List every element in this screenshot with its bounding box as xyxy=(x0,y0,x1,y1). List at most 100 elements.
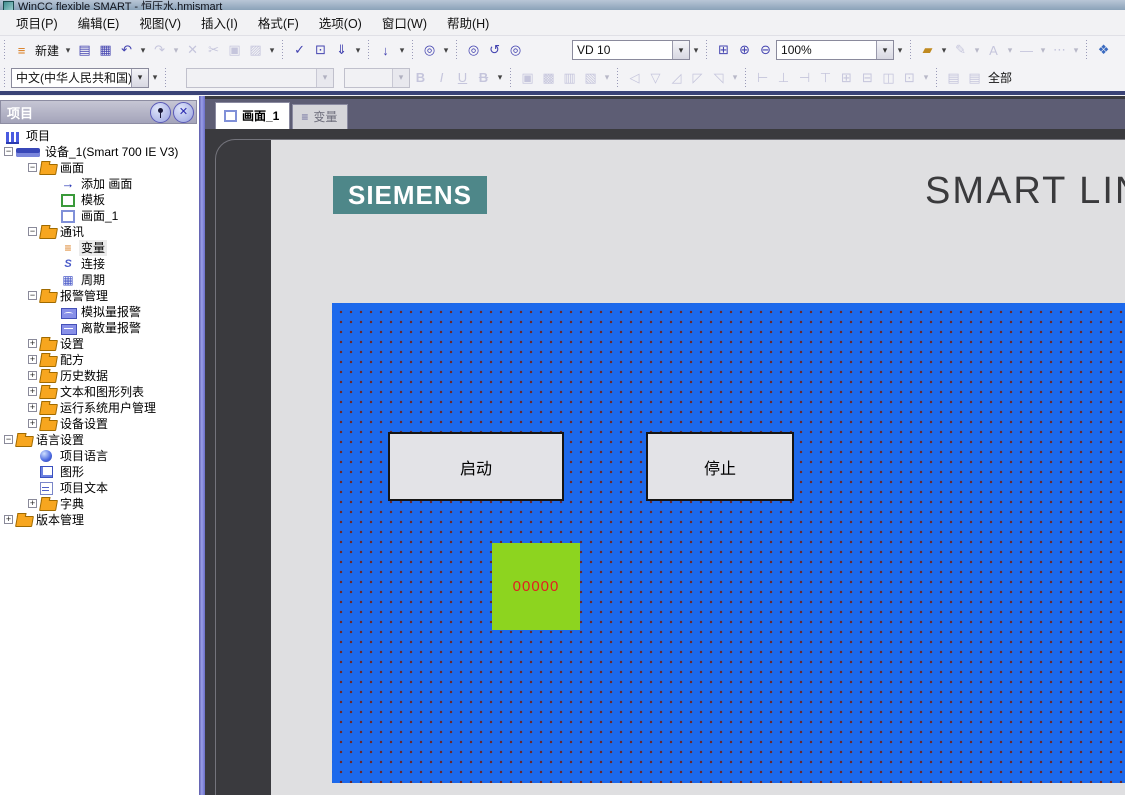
tag-combo-overflow-caret-icon[interactable]: ▾ xyxy=(690,40,702,60)
toolbar-grip[interactable] xyxy=(509,68,514,88)
toolbar-grip[interactable] xyxy=(455,40,460,60)
tree-item-24[interactable]: +版本管理 xyxy=(0,512,199,528)
menu-item-6[interactable]: 窗口(W) xyxy=(372,10,437,35)
tree-item-6[interactable]: −通讯 xyxy=(0,224,199,240)
clipboard-overflow-caret-icon[interactable]: ▾ xyxy=(266,40,278,60)
find-icon[interactable]: ◎ xyxy=(463,40,484,60)
tree-item-5[interactable]: 画面_1 xyxy=(0,208,199,224)
pin-button[interactable] xyxy=(150,102,171,123)
zoom-combo[interactable]: 100% ▾ xyxy=(776,40,894,60)
tree-expander-minus-icon[interactable]: − xyxy=(28,227,37,236)
tree-expander-plus-icon[interactable]: + xyxy=(28,387,37,396)
tree-expander-minus-icon[interactable]: − xyxy=(4,147,13,156)
sync-icon[interactable]: ↺ xyxy=(484,40,505,60)
tree-expander-plus-icon[interactable]: + xyxy=(28,355,37,364)
fill-color-icon[interactable]: ▰ xyxy=(917,40,938,60)
tree-item-23[interactable]: +字典 xyxy=(0,496,199,512)
tree-expander-minus-icon[interactable]: − xyxy=(4,435,13,444)
menu-item-1[interactable]: 编辑(E) xyxy=(68,10,130,35)
menu-item-4[interactable]: 格式(F) xyxy=(248,10,309,35)
font-overflow-caret-icon[interactable]: ▾ xyxy=(494,68,506,88)
toolbar-grip[interactable] xyxy=(164,68,169,88)
toolbar-grip[interactable] xyxy=(281,40,286,60)
library-icon[interactable]: ❖ xyxy=(1093,40,1114,60)
toolbar-grip[interactable] xyxy=(1085,40,1090,60)
tree-item-3[interactable]: →添加 画面 xyxy=(0,176,199,192)
toolbar-grip[interactable] xyxy=(3,68,8,88)
tree-expander-plus-icon[interactable]: + xyxy=(28,403,37,412)
zoom-in-icon[interactable]: ⊕ xyxy=(734,40,755,60)
language-overflow-caret-icon[interactable]: ▾ xyxy=(149,68,161,88)
tree-expander-plus-icon[interactable]: + xyxy=(4,515,13,524)
toolbar-grip[interactable] xyxy=(909,40,914,60)
tree-item-1[interactable]: −设备_1(Smart 700 IE V3) xyxy=(0,144,199,160)
tag-combo[interactable]: VD 10 ▾ xyxy=(572,40,690,60)
toolbar-grip[interactable] xyxy=(744,68,749,88)
tag-combo-caret-icon[interactable]: ▾ xyxy=(672,41,689,59)
menu-item-0[interactable]: 项目(P) xyxy=(6,10,68,35)
tree-expander-minus-icon[interactable]: − xyxy=(28,163,37,172)
tree-item-0[interactable]: 项目 xyxy=(0,128,199,144)
close-panel-button[interactable]: ✕ xyxy=(173,102,194,123)
menu-item-3[interactable]: 插入(I) xyxy=(191,10,248,35)
tree-item-9[interactable]: ▦周期 xyxy=(0,272,199,288)
toolbar-grip[interactable] xyxy=(411,40,416,60)
tree-item-16[interactable]: +文本和图形列表 xyxy=(0,384,199,400)
tab-tags[interactable]: ≡ 变量 xyxy=(292,104,348,129)
tree-item-15[interactable]: +历史数据 xyxy=(0,368,199,384)
tree-expander-plus-icon[interactable]: + xyxy=(28,339,37,348)
tree-item-18[interactable]: +设备设置 xyxy=(0,416,199,432)
undo-icon[interactable]: ↶ xyxy=(116,40,137,60)
io-field[interactable]: 00000 xyxy=(492,543,580,630)
tree-item-13[interactable]: +设置 xyxy=(0,336,199,352)
toolbar-grip[interactable] xyxy=(705,40,710,60)
menu-item-2[interactable]: 视图(V) xyxy=(129,10,191,35)
tree-item-4[interactable]: 模板 xyxy=(0,192,199,208)
toolbar-grip[interactable] xyxy=(367,40,372,60)
compile-icon[interactable]: ↓ xyxy=(375,40,396,60)
tree-item-10[interactable]: −报警管理 xyxy=(0,288,199,304)
find-replace-caret-icon[interactable]: ▾ xyxy=(440,40,452,60)
zoom-combo-caret-icon[interactable]: ▾ xyxy=(876,41,893,59)
new-dropdown-caret-icon[interactable]: ▾ xyxy=(62,40,74,60)
toolbar-grip[interactable] xyxy=(3,40,8,60)
stop-button[interactable]: 停止 xyxy=(646,432,794,501)
tree-item-21[interactable]: 图形 xyxy=(0,464,199,480)
tree-expander-plus-icon[interactable]: + xyxy=(28,371,37,380)
tree-item-19[interactable]: −语言设置 xyxy=(0,432,199,448)
tree-item-20[interactable]: 项目语言 xyxy=(0,448,199,464)
tree-expander-plus-icon[interactable]: + xyxy=(28,499,37,508)
tree-item-7[interactable]: ≡变量 xyxy=(0,240,199,256)
language-combo-caret-icon[interactable]: ▾ xyxy=(131,69,148,87)
fill-color-caret-icon[interactable]: ▾ xyxy=(938,40,950,60)
generate-icon[interactable]: ⊡ xyxy=(310,40,331,60)
tree-item-11[interactable]: 模拟量报警 xyxy=(0,304,199,320)
find-next-icon[interactable]: ◎ xyxy=(505,40,526,60)
tree-expander-minus-icon[interactable]: − xyxy=(28,291,37,300)
tree-item-17[interactable]: +运行系统用户管理 xyxy=(0,400,199,416)
menu-item-7[interactable]: 帮助(H) xyxy=(437,10,499,35)
find-replace-icon[interactable]: ◎ xyxy=(419,40,440,60)
start-button[interactable]: 启动 xyxy=(388,432,564,501)
compile-caret-icon[interactable]: ▾ xyxy=(396,40,408,60)
screen-canvas[interactable]: 启动 停止 00000 xyxy=(332,303,1125,783)
tree-item-14[interactable]: +配方 xyxy=(0,352,199,368)
open-icon[interactable]: ▤ xyxy=(74,40,95,60)
language-combo[interactable]: 中文(中华人民共和国) ▾ xyxy=(11,68,149,88)
zoom-combo-overflow-caret-icon[interactable]: ▾ xyxy=(894,40,906,60)
transfer-caret-icon[interactable]: ▾ xyxy=(352,40,364,60)
save-icon[interactable]: ▦ xyxy=(95,40,116,60)
transfer-download-icon[interactable]: ⇓ xyxy=(331,40,352,60)
toolbar-grip[interactable] xyxy=(616,68,621,88)
toolbar-grip[interactable] xyxy=(935,68,940,88)
tree-item-8[interactable]: S连接 xyxy=(0,256,199,272)
tree-item-22[interactable]: 项目文本 xyxy=(0,480,199,496)
new-button[interactable]: 新建 xyxy=(32,42,62,59)
menu-item-5[interactable]: 选项(O) xyxy=(309,10,372,35)
undo-caret-icon[interactable]: ▾ xyxy=(137,40,149,60)
zoom-out-icon[interactable]: ⊖ xyxy=(755,40,776,60)
layers-all-button[interactable]: 全部 xyxy=(985,69,1015,86)
tree-item-2[interactable]: −画面 xyxy=(0,160,199,176)
tree-item-12[interactable]: 离散量报警 xyxy=(0,320,199,336)
tab-screen-1[interactable]: 画面_1 xyxy=(215,102,290,129)
